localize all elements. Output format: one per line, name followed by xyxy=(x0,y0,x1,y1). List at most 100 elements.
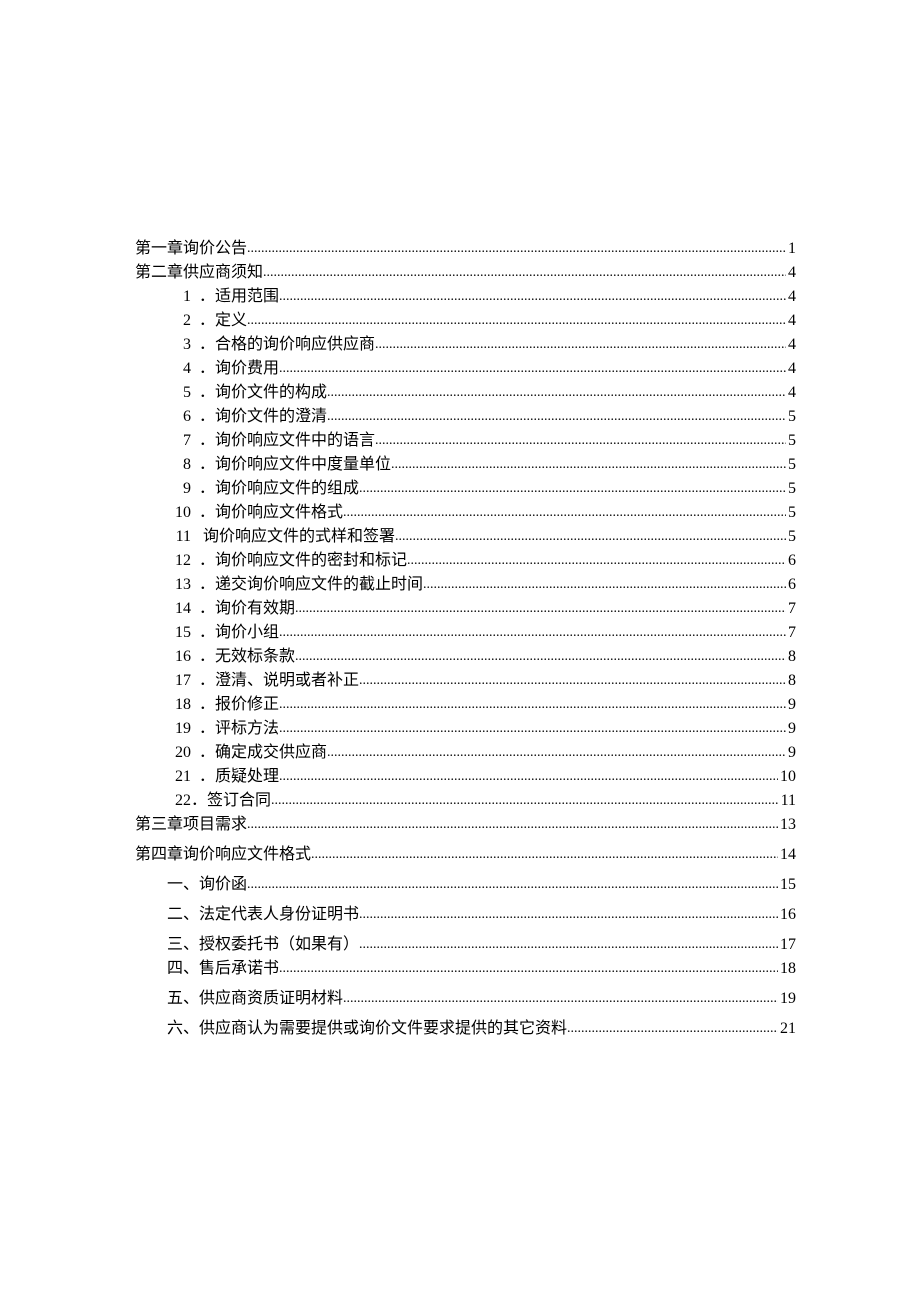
toc-leader-dots xyxy=(279,718,786,739)
toc-entry: 20．确定成交供应商9 xyxy=(135,741,796,765)
toc-entry-label: 12．询价响应文件的密封和标记 xyxy=(167,549,407,573)
toc-entry-page: 6 xyxy=(786,573,796,597)
toc-leader-dots xyxy=(247,814,778,835)
toc-leader-dots xyxy=(247,310,786,331)
toc-entry-number: 1 xyxy=(167,285,191,309)
toc-entry-number: 8 xyxy=(167,453,191,477)
toc-entry-label: 9．询价响应文件的组成 xyxy=(167,477,359,501)
toc-leader-dots xyxy=(311,844,778,865)
toc-entry-page: 15 xyxy=(778,873,796,897)
toc-entry-page: 5 xyxy=(786,453,796,477)
toc-entry-page: 8 xyxy=(786,669,796,693)
toc-entry-label: 21．质疑处理 xyxy=(167,765,279,789)
toc-entry-label: 19．评标方法 xyxy=(167,717,279,741)
toc-entry-label: 11 询价响应文件的式样和签署 xyxy=(167,525,395,549)
toc-entry-label: 第三章项目需求 xyxy=(135,813,247,837)
toc-entry: 1．适用范围4 xyxy=(135,285,796,309)
toc-entry: 22．签订合同 11 xyxy=(135,789,796,813)
toc-entry: 15．询价小组7 xyxy=(135,621,796,645)
toc-entry-label: 第四章询价响应文件格式 xyxy=(135,843,311,867)
toc-entry-label: 8．询价响应文件中度量单位 xyxy=(167,453,391,477)
toc-entry-page: 9 xyxy=(786,717,796,741)
toc-entry-label: 14．询价有效期 xyxy=(167,597,295,621)
toc-entry-page: 1 xyxy=(786,237,796,261)
toc-entry: 第一章询价公告 1 xyxy=(135,237,796,261)
toc-leader-dots xyxy=(567,1018,778,1039)
toc-entry: 16．无效标条款8 xyxy=(135,645,796,669)
toc-leader-dots xyxy=(375,430,786,451)
toc-entry-page: 19 xyxy=(778,987,796,1011)
toc-entry-label: 4．询价费用 xyxy=(167,357,279,381)
toc-entry-number: 17 xyxy=(167,669,191,693)
toc-leader-dots xyxy=(327,742,786,763)
toc-leader-dots xyxy=(343,502,786,523)
toc-entry-number: 2 xyxy=(167,309,191,333)
toc-entry-label: 22．签订合同 xyxy=(167,789,271,813)
toc-entry-number: 19 xyxy=(167,717,191,741)
toc-entry: 2．定义4 xyxy=(135,309,796,333)
toc-entry-number: 14 xyxy=(167,597,191,621)
toc-entry: 9．询价响应文件的组成 5 xyxy=(135,477,796,501)
toc-leader-dots xyxy=(359,478,786,499)
toc-entry-label: 四、售后承诺书 xyxy=(167,957,279,981)
toc-entry-page: 5 xyxy=(786,525,796,549)
toc-entry-number: 15 xyxy=(167,621,191,645)
toc-entry-page: 17 xyxy=(778,933,796,957)
toc-entry-label: 二、法定代表人身份证明书 xyxy=(167,903,359,927)
toc-leader-dots xyxy=(279,766,778,787)
toc-leader-dots xyxy=(391,454,786,475)
toc-entry: 四、售后承诺书 18 xyxy=(135,957,796,981)
toc-entry: 21．质疑处理 10 xyxy=(135,765,796,789)
toc-entry-label: 一、询价函 xyxy=(167,873,247,897)
toc-entry: 5．询价文件的构成4 xyxy=(135,381,796,405)
toc-leader-dots xyxy=(263,262,786,283)
toc-entry-page: 5 xyxy=(786,477,796,501)
toc-entry-number: 6 xyxy=(167,405,191,429)
toc-entry-page: 14 xyxy=(778,843,796,867)
toc-entry: 8．询价响应文件中度量单位 5 xyxy=(135,453,796,477)
toc-entry-label: 6．询价文件的澄清 xyxy=(167,405,327,429)
toc-entry-page: 4 xyxy=(786,285,796,309)
toc-leader-dots xyxy=(271,790,779,811)
toc-entry-page: 13 xyxy=(778,813,796,837)
toc-entry-label: 5．询价文件的构成 xyxy=(167,381,327,405)
toc-entry: 五、供应商资质证明材料 19 xyxy=(135,987,796,1011)
toc-entry-label: 2．定义 xyxy=(167,309,247,333)
toc-entry-page: 7 xyxy=(786,597,796,621)
toc-entry-label: 10．询价响应文件格式 xyxy=(167,501,343,525)
toc-leader-dots xyxy=(247,874,778,895)
toc-entry: 6．询价文件的澄清5 xyxy=(135,405,796,429)
toc-entry: 11 询价响应文件的式样和签署 5 xyxy=(135,525,796,549)
toc-entry-label: 第一章询价公告 xyxy=(135,237,247,261)
toc-entry-label: 五、供应商资质证明材料 xyxy=(167,987,343,1011)
toc-leader-dots xyxy=(423,574,786,595)
toc-leader-dots xyxy=(395,526,786,547)
toc-leader-dots xyxy=(343,988,778,1009)
toc-entry-number: 21 xyxy=(167,765,191,789)
toc-entry-label: 三、授权委托书（如果有） xyxy=(167,933,359,957)
toc-entry-page: 18 xyxy=(778,957,796,981)
toc-entry: 六、供应商认为需要提供或询价文件要求提供的其它资料21 xyxy=(135,1017,796,1041)
toc-entry-number: 3 xyxy=(167,333,191,357)
toc-leader-dots xyxy=(279,622,786,643)
table-of-contents: 第一章询价公告1第二章供应商须知41．适用范围42．定义43．合格的询价响应供应… xyxy=(135,237,796,1041)
toc-entry: 3．合格的询价响应供应商 4 xyxy=(135,333,796,357)
toc-entry-label: 17．澄清、说明或者补正 xyxy=(167,669,359,693)
toc-entry-label: 3．合格的询价响应供应商 xyxy=(167,333,375,357)
toc-entry-page: 11 xyxy=(779,789,796,813)
toc-entry-page: 10 xyxy=(778,765,796,789)
toc-entry-page: 4 xyxy=(786,261,796,285)
toc-entry-page: 21 xyxy=(778,1017,796,1041)
toc-entry-label: 7．询价响应文件中的语言 xyxy=(167,429,375,453)
toc-leader-dots xyxy=(359,670,786,691)
toc-entry: 7．询价响应文件中的语言5 xyxy=(135,429,796,453)
toc-entry: 二、法定代表人身份证明书16 xyxy=(135,903,796,927)
toc-leader-dots xyxy=(327,406,786,427)
toc-entry-page: 4 xyxy=(786,333,796,357)
toc-entry-number: 7 xyxy=(167,429,191,453)
toc-entry-number: 9 xyxy=(167,477,191,501)
toc-leader-dots xyxy=(279,286,786,307)
toc-entry: 三、授权委托书（如果有） 17 xyxy=(135,933,796,957)
toc-entry-label: 第二章供应商须知 xyxy=(135,261,263,285)
toc-entry: 第四章询价响应文件格式 14 xyxy=(135,843,796,867)
